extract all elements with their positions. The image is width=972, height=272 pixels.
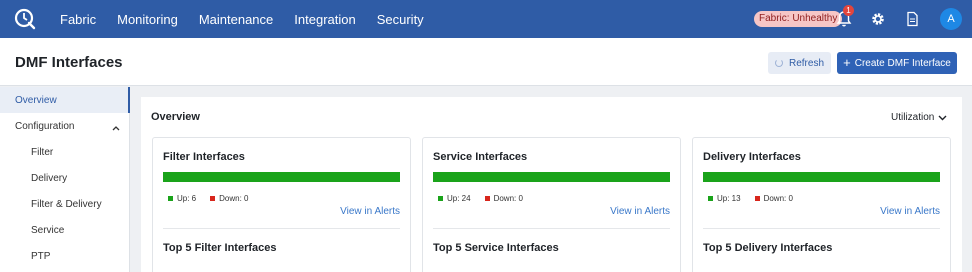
- down-count: Down: 0: [219, 194, 249, 203]
- card-title: Delivery Interfaces: [703, 151, 801, 163]
- metric-selector-label: Utilization: [891, 112, 935, 123]
- sidebar-item-overview[interactable]: Overview: [0, 87, 130, 113]
- nav-item-security[interactable]: Security: [377, 12, 424, 27]
- main-nav: Fabric Monitoring Maintenance Integratio…: [60, 0, 445, 38]
- divider: [703, 228, 940, 229]
- down-swatch: [210, 196, 216, 201]
- documentation-icon[interactable]: [905, 11, 919, 27]
- status-legend: Up: 24 Down: 0: [438, 194, 523, 203]
- top5-title: Top 5 Delivery Interfaces: [703, 242, 833, 254]
- sidebar-item-delivery[interactable]: Delivery: [31, 173, 67, 184]
- user-avatar[interactable]: A: [940, 8, 962, 30]
- sidebar: Overview Configuration Filter Delivery F…: [0, 87, 130, 272]
- fabric-health-badge[interactable]: Fabric: Unhealthy: [754, 11, 843, 27]
- create-button-label: Create DMF Interface: [854, 57, 951, 69]
- refresh-button[interactable]: Refresh: [768, 52, 831, 74]
- up-count: Up: 13: [717, 194, 741, 203]
- up-swatch: [708, 196, 713, 201]
- settings-gear-icon[interactable]: [870, 11, 886, 27]
- up-swatch: [438, 196, 443, 201]
- status-legend: Up: 13 Down: 0: [708, 194, 793, 203]
- notification-count-badge: 1: [843, 5, 854, 16]
- overview-panel: Overview Utilization Filter Interfaces U…: [141, 97, 962, 272]
- metric-selector-dropdown[interactable]: Utilization: [891, 112, 947, 123]
- delivery-interfaces-card: Delivery Interfaces Up: 13 Down: 0 View …: [692, 137, 951, 272]
- up-swatch: [168, 196, 173, 201]
- down-swatch: [484, 196, 490, 201]
- loading-spinner-icon: [774, 59, 783, 67]
- sidebar-item-filter-delivery[interactable]: Filter & Delivery: [31, 199, 102, 210]
- nav-item-monitoring[interactable]: Monitoring: [117, 12, 178, 27]
- sidebar-item-label: Overview: [15, 95, 57, 106]
- card-title: Service Interfaces: [433, 151, 528, 163]
- top5-title: Top 5 Filter Interfaces: [163, 242, 277, 254]
- plus-icon: +: [843, 55, 851, 70]
- interface-status-bar: [433, 172, 670, 182]
- filter-interfaces-card: Filter Interfaces Up: 6 Down: 0 View in …: [152, 137, 411, 272]
- down-count: Down: 0: [493, 194, 523, 203]
- up-count: Up: 6: [177, 194, 197, 203]
- chevron-up-icon[interactable]: [112, 125, 120, 131]
- interface-status-bar: [703, 172, 940, 182]
- page-header: DMF Interfaces Refresh + Create DMF Inte…: [0, 38, 972, 86]
- up-count: Up: 24: [447, 194, 471, 203]
- card-title: Filter Interfaces: [163, 151, 245, 163]
- nav-item-integration[interactable]: Integration: [294, 12, 355, 27]
- interface-status-bar: [163, 172, 400, 182]
- create-dmf-interface-button[interactable]: + Create DMF Interface: [837, 52, 957, 74]
- app-logo-icon[interactable]: [14, 8, 36, 30]
- section-title: Overview: [151, 111, 200, 123]
- sidebar-item-filter[interactable]: Filter: [31, 147, 53, 158]
- page-title: DMF Interfaces: [15, 54, 123, 71]
- view-in-alerts-link[interactable]: View in Alerts: [340, 206, 400, 217]
- chevron-down-icon: [938, 115, 947, 120]
- nav-item-fabric[interactable]: Fabric: [60, 12, 96, 27]
- sidebar-item-service[interactable]: Service: [31, 225, 64, 236]
- sidebar-item-ptp[interactable]: PTP: [31, 251, 50, 262]
- sidebar-item-configuration[interactable]: Configuration: [15, 121, 74, 132]
- divider: [433, 228, 670, 229]
- down-count: Down: 0: [763, 194, 793, 203]
- top5-title: Top 5 Service Interfaces: [433, 242, 559, 254]
- status-legend: Up: 6 Down: 0: [168, 194, 248, 203]
- view-in-alerts-link[interactable]: View in Alerts: [610, 206, 670, 217]
- nav-item-maintenance[interactable]: Maintenance: [199, 12, 273, 27]
- service-interfaces-card: Service Interfaces Up: 24 Down: 0 View i…: [422, 137, 681, 272]
- top-navigation-bar: Fabric Monitoring Maintenance Integratio…: [0, 0, 972, 38]
- divider: [163, 228, 400, 229]
- view-in-alerts-link[interactable]: View in Alerts: [880, 206, 940, 217]
- down-swatch: [754, 196, 760, 201]
- refresh-button-label: Refresh: [788, 57, 824, 69]
